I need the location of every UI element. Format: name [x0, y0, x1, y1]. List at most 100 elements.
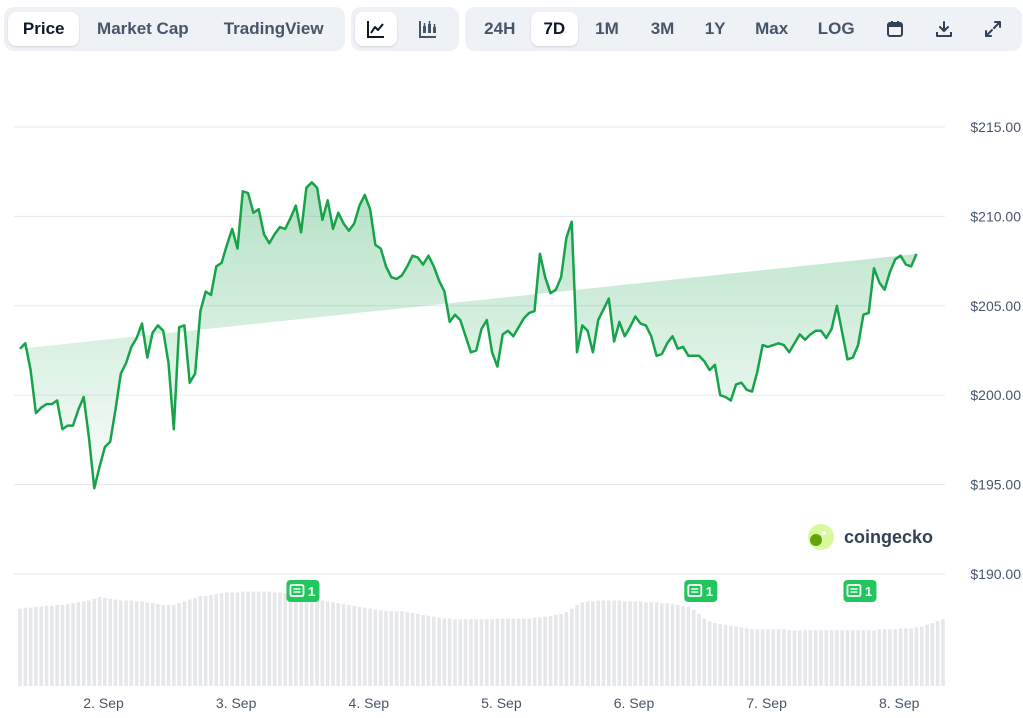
volume-bar [792, 630, 797, 686]
price-point [612, 340, 616, 344]
download-icon[interactable] [919, 12, 968, 46]
volume-bar [935, 621, 940, 686]
volume-bar [835, 630, 839, 686]
volume-bar [389, 611, 394, 686]
price-point [458, 318, 462, 322]
price-point [103, 445, 107, 449]
price-point [777, 341, 781, 345]
price-point [734, 382, 738, 386]
range-7d[interactable]: 7D [530, 12, 579, 46]
volume-bar [209, 595, 213, 686]
calendar-icon[interactable] [870, 12, 919, 46]
price-point [294, 204, 298, 208]
price-point [352, 222, 356, 226]
log-scale-toggle[interactable]: LOG [802, 12, 869, 46]
price-point [856, 343, 860, 347]
volume-bar [914, 627, 919, 686]
price-point [363, 193, 367, 197]
volume-bar [675, 605, 680, 686]
volume-bar [845, 630, 850, 686]
price-point [98, 465, 102, 469]
range-1y[interactable]: 1Y [689, 12, 741, 46]
price-point [145, 356, 149, 360]
price-point [819, 329, 823, 333]
price-point [617, 320, 621, 324]
price-point [846, 357, 850, 361]
range-max[interactable]: Max [741, 12, 803, 46]
price-point [135, 336, 139, 340]
price-point [395, 277, 399, 281]
volume-bar [654, 602, 659, 686]
x-tick-label: 2. Sep [83, 695, 124, 711]
volume-bar [925, 624, 929, 686]
price-point [29, 368, 33, 372]
range-3m[interactable]: 3M [636, 12, 690, 46]
gecko-logo-body [810, 534, 822, 546]
volume-bar [34, 606, 38, 686]
volume-bar [739, 627, 744, 686]
price-point [45, 402, 49, 406]
tab-tradingview[interactable]: TradingView [206, 12, 341, 46]
volume-bar [723, 624, 728, 686]
price-point [246, 191, 250, 195]
news-marker[interactable]: 1 [286, 580, 320, 602]
volume-bar [787, 630, 791, 686]
volume-bar [362, 607, 367, 686]
range-24h[interactable]: 24H [469, 12, 531, 46]
candlestick-chart-icon[interactable] [407, 12, 449, 46]
volume-bar [686, 606, 691, 686]
price-point [373, 243, 377, 247]
tab-price[interactable]: Price [8, 12, 80, 46]
expand-icon[interactable] [969, 12, 1018, 46]
price-point [649, 334, 653, 338]
volume-bar [919, 626, 924, 686]
line-chart-icon[interactable] [355, 12, 397, 46]
price-point [140, 322, 144, 326]
volume-bar [522, 618, 526, 686]
volume-bar [304, 596, 309, 686]
volume-bar [548, 615, 553, 686]
news-marker[interactable]: 1 [843, 580, 877, 602]
volume-bar [150, 603, 155, 686]
price-point [167, 361, 171, 365]
price-point [501, 332, 505, 336]
price-point [289, 216, 293, 220]
price-point [469, 350, 473, 354]
price-point [713, 363, 717, 367]
volume-bar [898, 628, 903, 686]
price-point [792, 341, 796, 345]
volume-bar [103, 597, 107, 686]
volume-bar [240, 591, 245, 686]
price-point [506, 329, 510, 333]
volume-bar [357, 606, 362, 686]
volume-bar [426, 615, 431, 686]
price-point [267, 241, 271, 245]
volume-bar [882, 629, 887, 686]
price-point [389, 275, 393, 279]
volume-bar [681, 605, 685, 686]
range-1m[interactable]: 1M [578, 12, 636, 46]
volume-bar [633, 601, 638, 686]
volume-bar [638, 601, 643, 686]
price-point [310, 180, 314, 184]
volume-bar [410, 613, 415, 686]
volume-bar [707, 621, 712, 686]
volume-bar [65, 604, 70, 686]
volume-bar [118, 600, 123, 686]
volume-bar [490, 619, 494, 686]
y-axis-labels: $190.00 $195.00 $200.00 $205.00 $210.00 $215.… [970, 119, 1021, 582]
volume-bar [755, 629, 760, 686]
volume-bar [797, 630, 802, 686]
price-point [591, 350, 595, 354]
news-marker[interactable]: 1 [684, 580, 718, 602]
volume-bar [368, 608, 372, 686]
price-point [803, 338, 807, 342]
news-markers: 1 1 1 [286, 580, 877, 602]
tab-market-cap[interactable]: Market Cap [81, 12, 204, 46]
volume-bar [76, 602, 81, 686]
price-point [464, 334, 468, 338]
price-point [34, 411, 38, 415]
price-point [739, 381, 743, 385]
volume-bar [670, 604, 675, 686]
price-point [633, 314, 637, 318]
